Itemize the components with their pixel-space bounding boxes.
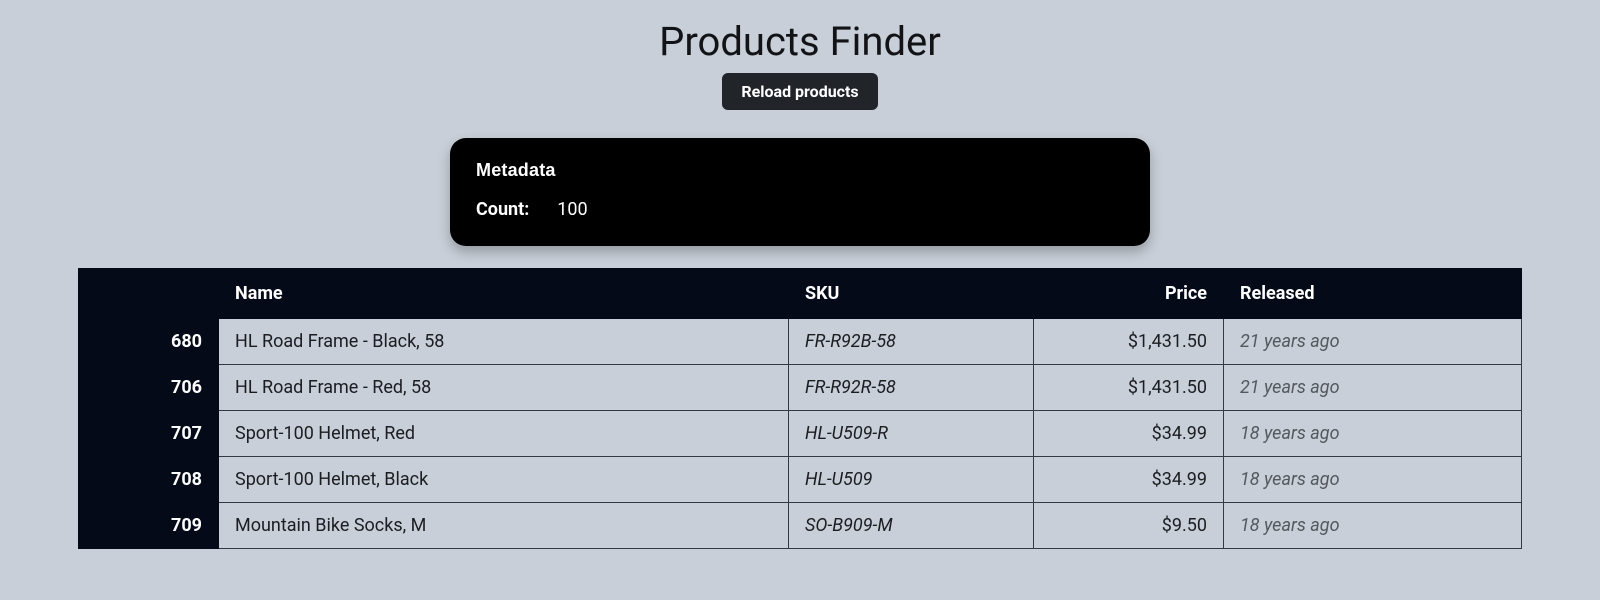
- table-header-row: Name SKU Price Released: [79, 269, 1522, 319]
- cell-released: 21 years ago: [1224, 365, 1522, 411]
- cell-name: HL Road Frame - Red, 58: [219, 365, 789, 411]
- cell-released: 21 years ago: [1224, 319, 1522, 365]
- table-row: 707Sport-100 Helmet, RedHL-U509-R$34.991…: [79, 411, 1522, 457]
- metadata-heading: Metadata: [476, 160, 1124, 181]
- column-header-released: Released: [1224, 269, 1522, 319]
- cell-name: Mountain Bike Socks, M: [219, 503, 789, 549]
- page-title: Products Finder: [0, 18, 1600, 65]
- cell-sku: FR-R92B-58: [789, 319, 1034, 365]
- metadata-count-label: Count:: [476, 199, 529, 220]
- cell-id: 708: [79, 457, 219, 503]
- cell-price: $1,431.50: [1034, 319, 1224, 365]
- table-row: 709Mountain Bike Socks, MSO-B909-M$9.501…: [79, 503, 1522, 549]
- column-header-id: [79, 269, 219, 319]
- cell-sku: FR-R92R-58: [789, 365, 1034, 411]
- metadata-count-value: 100: [557, 199, 587, 220]
- table-row: 706HL Road Frame - Red, 58FR-R92R-58$1,4…: [79, 365, 1522, 411]
- cell-id: 709: [79, 503, 219, 549]
- products-table: Name SKU Price Released 680HL Road Frame…: [78, 268, 1522, 549]
- cell-sku: HL-U509: [789, 457, 1034, 503]
- cell-sku: HL-U509-R: [789, 411, 1034, 457]
- reload-products-button[interactable]: Reload products: [722, 73, 877, 110]
- table-row: 708Sport-100 Helmet, BlackHL-U509$34.991…: [79, 457, 1522, 503]
- cell-name: Sport-100 Helmet, Black: [219, 457, 789, 503]
- cell-id: 706: [79, 365, 219, 411]
- cell-released: 18 years ago: [1224, 503, 1522, 549]
- cell-id: 680: [79, 319, 219, 365]
- column-header-sku: SKU: [789, 269, 1034, 319]
- cell-sku: SO-B909-M: [789, 503, 1034, 549]
- cell-price: $34.99: [1034, 411, 1224, 457]
- metadata-card: Metadata Count: 100: [450, 138, 1150, 246]
- column-header-price: Price: [1034, 269, 1224, 319]
- cell-released: 18 years ago: [1224, 457, 1522, 503]
- table-row: 680HL Road Frame - Black, 58FR-R92B-58$1…: [79, 319, 1522, 365]
- cell-name: Sport-100 Helmet, Red: [219, 411, 789, 457]
- cell-id: 707: [79, 411, 219, 457]
- column-header-name: Name: [219, 269, 789, 319]
- cell-price: $34.99: [1034, 457, 1224, 503]
- cell-name: HL Road Frame - Black, 58: [219, 319, 789, 365]
- cell-price: $9.50: [1034, 503, 1224, 549]
- cell-released: 18 years ago: [1224, 411, 1522, 457]
- cell-price: $1,431.50: [1034, 365, 1224, 411]
